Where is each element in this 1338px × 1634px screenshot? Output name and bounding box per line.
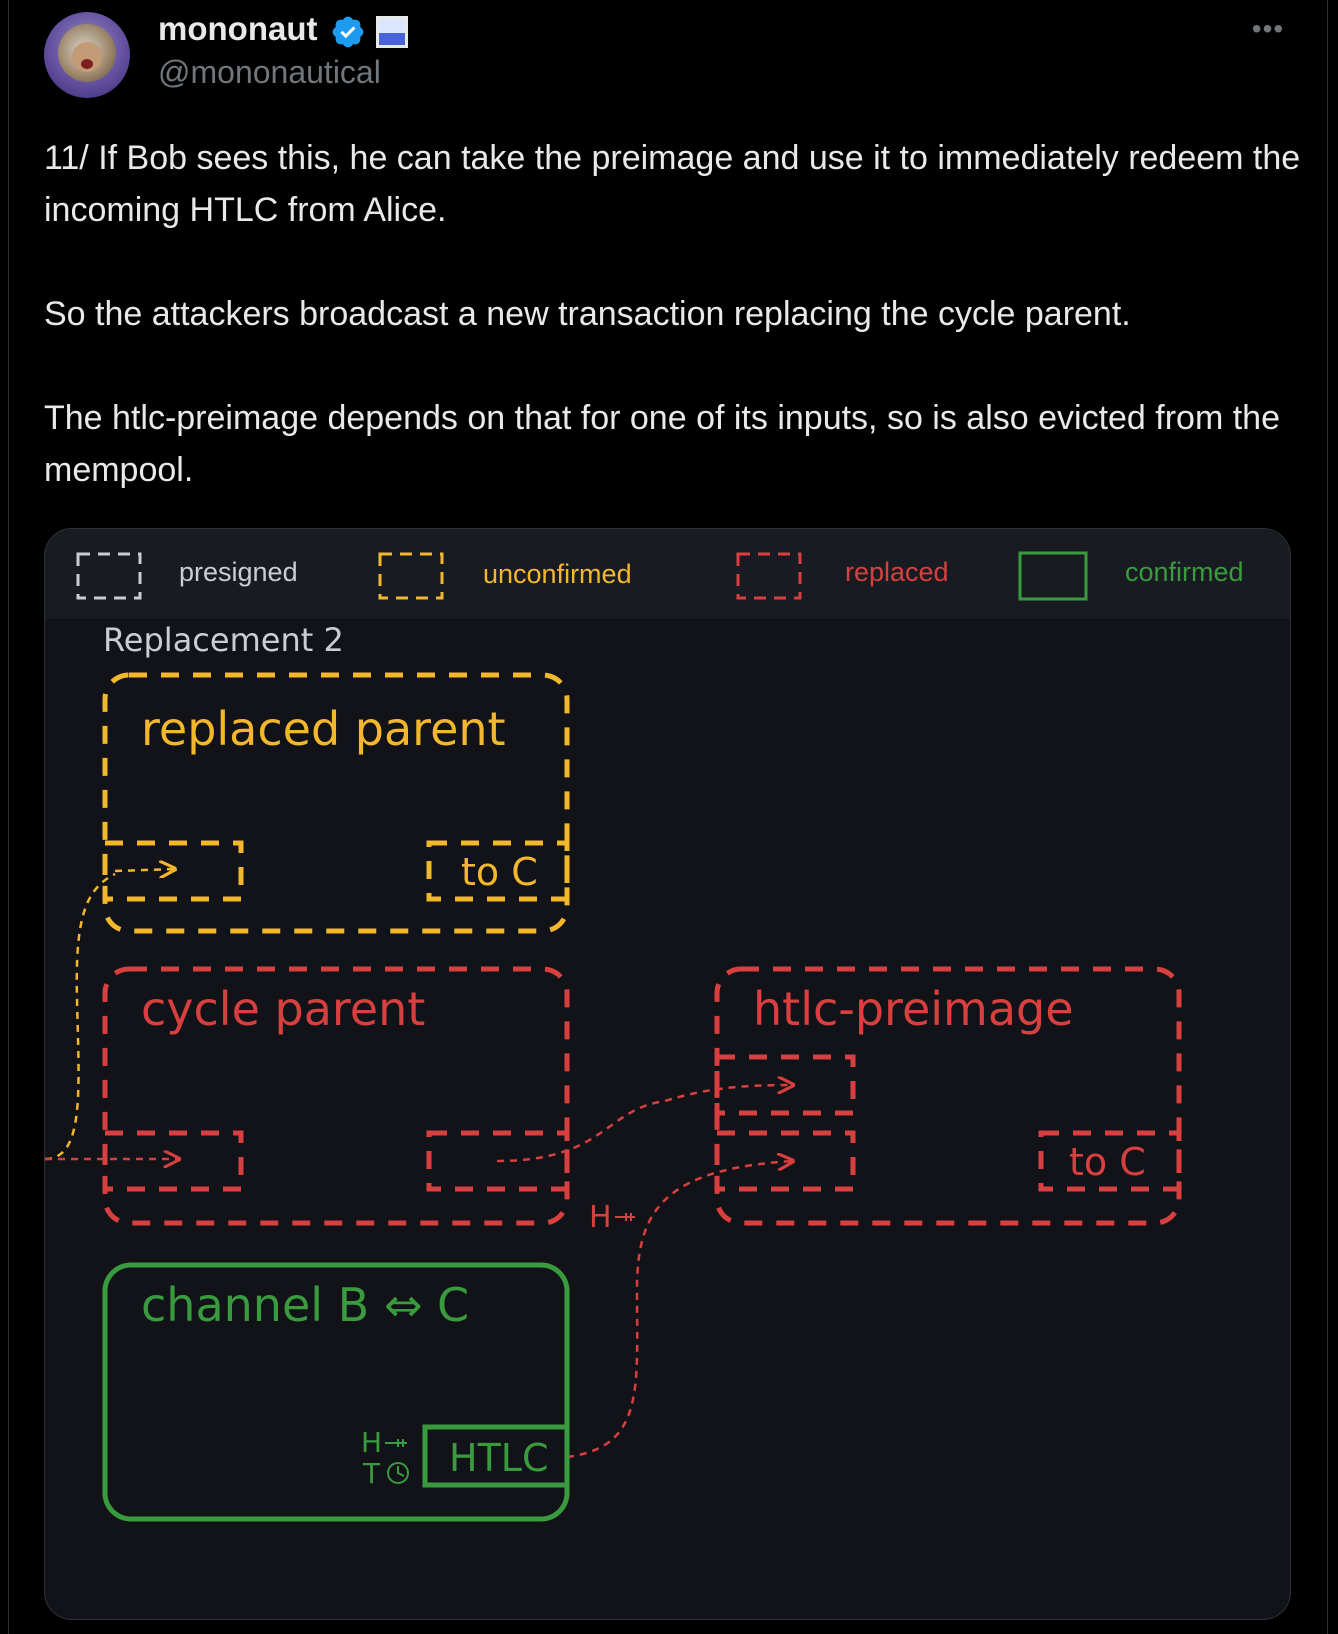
author-display-name[interactable]: mononaut xyxy=(158,10,317,48)
author-handle[interactable]: @mononautical xyxy=(158,54,381,91)
affiliate-badge-icon xyxy=(376,16,408,48)
key-icon xyxy=(385,1439,407,1447)
tweet-text: 11/ If Bob sees this, he can take the pr… xyxy=(44,132,1304,496)
channel-label: channel B ⇔ C xyxy=(141,1278,469,1332)
transaction-diagram: Replacement 2 replaced parent to C cycle… xyxy=(45,621,1182,1522)
verified-badge-icon xyxy=(332,16,364,48)
tweet-paragraph: 11/ If Bob sees this, he can take the pr… xyxy=(44,139,1301,229)
clock-icon xyxy=(387,1462,409,1484)
replaced-parent-label: replaced parent xyxy=(141,702,506,756)
htlc-preimage-label: htlc-preimage xyxy=(753,982,1074,1036)
channel-htlc-label: HTLC xyxy=(449,1436,549,1480)
channel-hash-mark: H xyxy=(361,1426,382,1459)
htlc-preimage-tx: htlc-preimage to C xyxy=(714,966,1182,1226)
cycle-parent-tx: cycle parent xyxy=(45,966,570,1226)
tweet-paragraph: So the attackers broadcast a new transac… xyxy=(44,295,1131,333)
replaced-parent-tx: replaced parent to C xyxy=(102,672,570,934)
tweet-paragraph: The htlc-preimage depends on that for on… xyxy=(44,399,1281,489)
avatar-mouth xyxy=(81,59,93,69)
cycle-parent-to-preimage-link xyxy=(496,1085,793,1163)
replaced-parent-input-arrow xyxy=(114,869,175,871)
diagram-title: Replacement 2 xyxy=(103,621,344,659)
more-icon[interactable]: ••• xyxy=(1248,14,1288,44)
channel-time-mark: T xyxy=(362,1457,381,1490)
replaced-parent-input xyxy=(102,840,244,902)
cycle-parent-input xyxy=(102,1130,244,1192)
channel-b-c: channel B ⇔ C HTLC H T xyxy=(102,1262,570,1522)
htlc-preimage-output-label: to C xyxy=(1069,1140,1146,1184)
replaced-parent-output-label: to C xyxy=(461,850,538,894)
hash-link-mark: H xyxy=(589,1200,612,1235)
tweet-media-image[interactable]: presigned unconfirmed replaced confirmed xyxy=(44,528,1291,1620)
avatar[interactable] xyxy=(44,12,130,98)
cycle-parent-label: cycle parent xyxy=(141,982,425,1036)
key-icon xyxy=(615,1213,635,1221)
